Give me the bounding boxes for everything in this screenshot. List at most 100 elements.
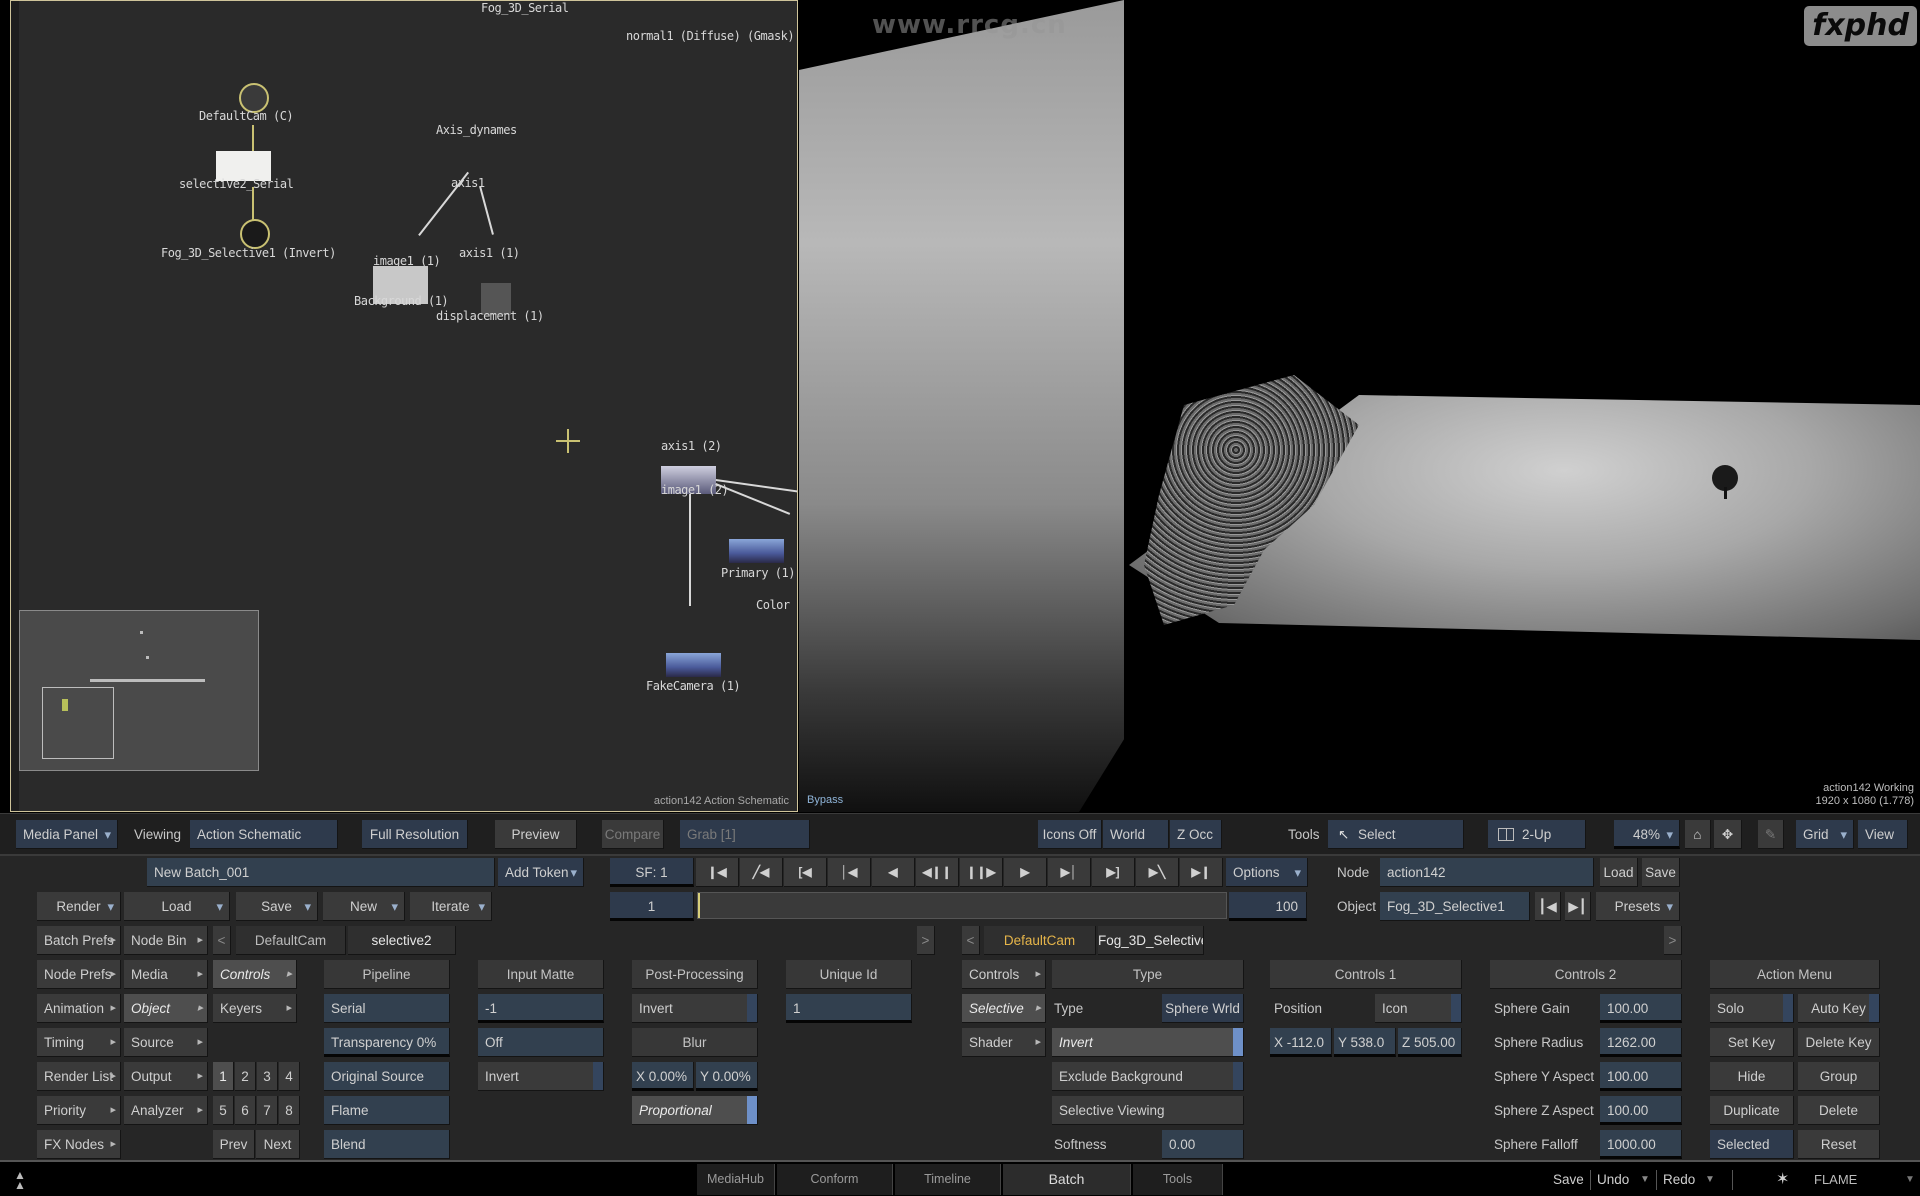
auto-key-toggle[interactable]: Auto Key [1798,994,1880,1023]
menu-source[interactable]: Source [124,1028,208,1057]
render-dropdown[interactable]: Render [37,892,121,921]
tabs-scroll-right[interactable]: > [917,926,935,955]
menu-sel-controls[interactable]: Controls [962,960,1046,989]
page-8-button[interactable]: 8 [279,1096,300,1125]
go-to-in-point-icon[interactable]: [◀ [784,858,827,887]
tab-mediahub[interactable]: MediaHub [697,1164,775,1195]
menu-render-list[interactable]: Render List [37,1062,121,1091]
page-6-button[interactable]: 6 [235,1096,256,1125]
next-keyframe-icon[interactable]: ▶╲ [1136,858,1179,887]
transparency-field[interactable]: Transparency 0% [324,1028,450,1057]
hide-button[interactable]: Hide [1710,1062,1794,1091]
load-dropdown[interactable]: Load [124,892,230,921]
next-key-icon[interactable]: ▶│ [1048,858,1091,887]
node-load-button[interactable]: Load [1600,858,1638,887]
redo-dropdown-icon[interactable]: ▼ [1705,1162,1715,1196]
tab-conform[interactable]: Conform [777,1164,893,1195]
position-y-field[interactable]: Y 538.0 [1334,1028,1396,1057]
grid-dropdown[interactable]: Grid [1796,820,1854,849]
object-name-field[interactable]: Fog_3D_Selective1 [1380,892,1530,921]
menu-batch-prefs[interactable]: Batch Prefs [37,926,121,955]
page-1-button[interactable]: 1 [213,1062,234,1091]
delete-button[interactable]: Delete [1798,1096,1880,1125]
input-matte-invert-toggle[interactable]: Invert [478,1062,604,1091]
tab-fog-3d-selective1[interactable]: Fog_3D_Selective1 [1098,926,1204,955]
fog-node-icon[interactable] [240,219,270,249]
home-icon[interactable]: ⌂ [1685,820,1711,849]
tab-defaultcam[interactable]: DefaultCam [236,926,346,955]
sphere-z-aspect-field[interactable]: 100.00 [1600,1096,1682,1125]
new-dropdown[interactable]: New [323,892,405,921]
page-4-button[interactable]: 4 [279,1062,300,1091]
menu-fx-nodes[interactable]: FX Nodes [37,1130,121,1159]
next-page-button[interactable]: Next [256,1130,300,1159]
input-matte-value-field[interactable]: -1 [478,994,604,1023]
bypass-label[interactable]: Bypass [807,794,843,806]
go-to-end-icon[interactable]: ▶❙ [1180,858,1223,887]
menu-shader[interactable]: Shader [962,1028,1046,1057]
menu-animation[interactable]: Animation [37,994,121,1023]
media-panel-dropdown[interactable]: Media Panel [16,820,118,849]
tab-batch[interactable]: Batch [1003,1164,1131,1195]
minimap-viewport[interactable] [42,687,114,759]
compare-button[interactable]: Compare [602,820,664,849]
presets-dropdown[interactable]: Presets [1596,892,1680,921]
layout-button[interactable]: 2-Up [1488,820,1586,849]
full-resolution-button[interactable]: Full Resolution [362,820,468,849]
proportional-toggle[interactable]: Proportional [632,1096,758,1125]
flame-button[interactable]: Flame [324,1096,450,1125]
prev-page-button[interactable]: Prev [213,1130,255,1159]
page-5-button[interactable]: 5 [213,1096,234,1125]
sphere-falloff-field[interactable]: 1000.00 [1600,1130,1682,1159]
position-x-field[interactable]: X -112.0 [1270,1028,1332,1057]
3d-viewer[interactable]: www.rrcg.cn fxphd Bypass action142 Worki… [799,0,1920,812]
redo-button[interactable]: Redo [1663,1162,1695,1196]
group-button[interactable]: Group [1798,1062,1880,1091]
icons-off-button[interactable]: Icons Off [1038,820,1102,849]
view-button[interactable]: View [1858,820,1908,849]
zoom-dropdown[interactable]: 48% [1614,820,1680,849]
tab-timeline[interactable]: Timeline [895,1164,1001,1195]
original-source-button[interactable]: Original Source [324,1062,450,1091]
save-button[interactable]: Save [1553,1162,1584,1196]
z-occ-button[interactable]: Z Occ [1170,820,1222,849]
iterate-dropdown[interactable]: Iterate [410,892,492,921]
preview-button[interactable]: Preview [495,820,577,849]
menu-node-prefs[interactable]: Node Prefs [37,960,121,989]
add-token-dropdown[interactable]: Add Token [498,858,584,887]
exclude-background-toggle[interactable]: Exclude Background [1052,1062,1244,1091]
camera-node-thumbnail[interactable] [666,653,721,677]
tab-selective2[interactable]: selective2 [348,926,456,955]
undo-button[interactable]: Undo [1597,1162,1629,1196]
go-to-out-point-icon[interactable]: ▶] [1092,858,1135,887]
timeline-scrubber[interactable] [697,892,1227,919]
undo-dropdown-icon[interactable]: ▼ [1640,1162,1650,1196]
primary-node-thumbnail[interactable] [729,539,784,563]
menu-timing[interactable]: Timing [37,1028,121,1057]
post-invert-toggle[interactable]: Invert [632,994,758,1023]
menu-output[interactable]: Output [124,1062,208,1091]
blur-y-field[interactable]: Y 0.00% [696,1062,758,1091]
menu-keyers[interactable]: Keyers [213,994,297,1023]
duplicate-button[interactable]: Duplicate [1710,1096,1794,1125]
right-tabs-scroll-right[interactable]: > [1664,926,1682,955]
menu-node-bin[interactable]: Node Bin [124,926,208,955]
sphere-gain-field[interactable]: 100.00 [1600,994,1682,1023]
sphere-y-aspect-field[interactable]: 100.00 [1600,1062,1682,1091]
sphere-radius-field[interactable]: 1262.00 [1600,1028,1682,1057]
unique-id-field[interactable]: 1 [786,994,912,1023]
step-back-icon[interactable]: ◀ [872,858,915,887]
world-button[interactable]: World [1103,820,1169,849]
reset-button[interactable]: Reset [1798,1130,1880,1159]
pan-icon[interactable]: ✥ [1714,820,1742,849]
action-schematic-panel[interactable]: DefaultCam (C) selective2_Serial Fog_3D_… [10,0,798,812]
solo-toggle[interactable]: Solo [1710,994,1794,1023]
viewing-dropdown[interactable]: Action Schematic [190,820,338,849]
go-to-start-icon[interactable]: ❙◀ [696,858,739,887]
right-tabs-scroll-left[interactable]: < [962,926,980,955]
end-frame-field[interactable]: 100 [1229,892,1307,921]
batch-name-field[interactable]: New Batch_001 [147,858,495,887]
node-save-button[interactable]: Save [1642,858,1680,887]
type-dropdown[interactable]: Sphere Wrld [1162,994,1244,1023]
schematic-minimap[interactable] [19,610,259,771]
